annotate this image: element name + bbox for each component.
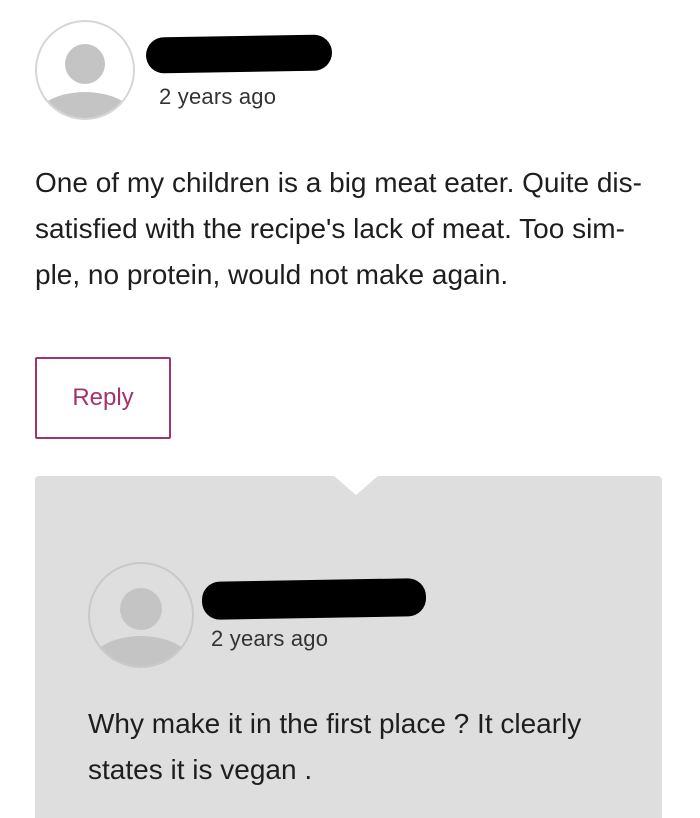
avatar-body (37, 92, 133, 118)
comment-line: satisfied with the recipe's lack of meat… (35, 213, 625, 244)
reply-line: Why make it in the first place ? It clea… (88, 708, 582, 739)
comment-timestamp: 2 years ago (159, 84, 277, 109)
avatar-head (120, 588, 162, 630)
redacted-author-name (201, 578, 427, 620)
comment-line: One of my children is a big meat eater. … (35, 167, 642, 198)
reply-body: Why make it in the first place ? It clea… (88, 701, 581, 793)
avatar-body (90, 636, 192, 666)
reply-button[interactable]: Reply (35, 357, 171, 439)
reply-timestamp: 2 years ago (211, 626, 329, 651)
panel-notch (333, 475, 379, 495)
comment-thread: 2 years ago One of my children is a big … (0, 0, 700, 818)
comment-body: One of my children is a big meat eater. … (35, 160, 642, 298)
comment-line: ple, no protein, would not make again. (35, 259, 509, 290)
redacted-author-name (145, 34, 333, 74)
reply-line: states it is vegan . (88, 754, 313, 785)
user-avatar-icon (35, 20, 135, 120)
user-avatar-icon (88, 562, 194, 668)
reply-panel: 2 years ago Why make it in the first pla… (35, 475, 662, 818)
avatar-head (65, 44, 105, 84)
